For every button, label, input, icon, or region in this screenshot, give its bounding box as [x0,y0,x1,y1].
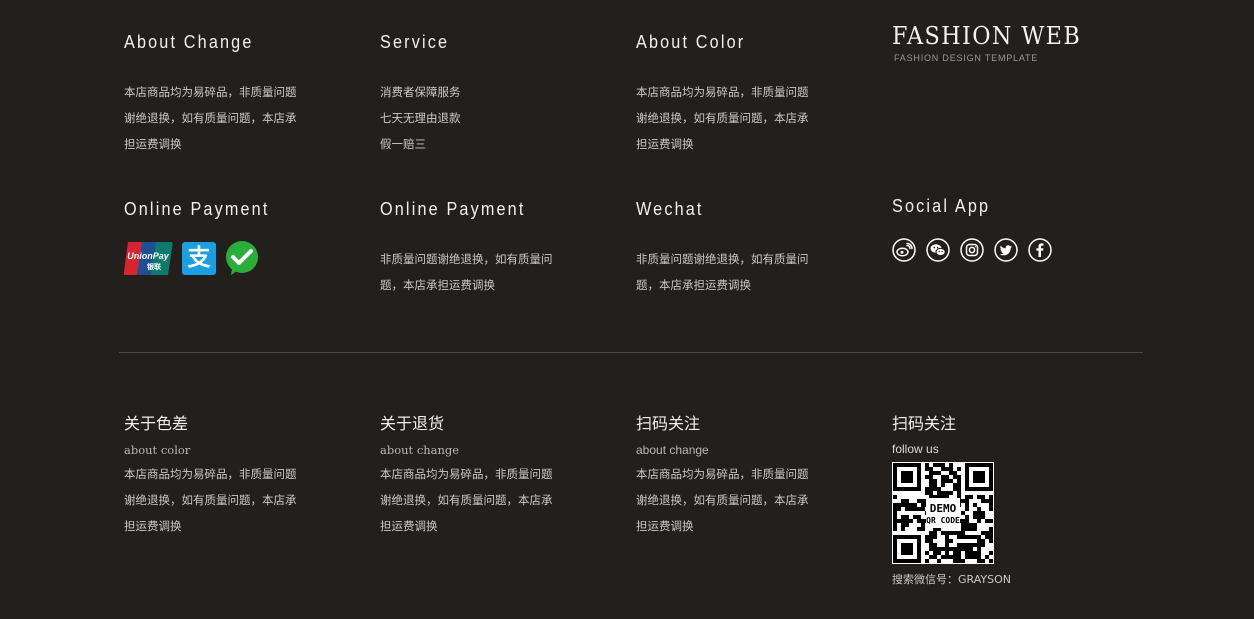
twitter-icon[interactable] [994,238,1018,262]
text-line: 题，本店承担运费调换 [636,278,751,292]
social-app-heading: Social App [892,196,991,216]
about-color-section: About Color 本店商品均为易碎品，非质量问题 谢绝退换，如有质量问题，… [636,33,846,157]
qr-follow-heading: 扫码关注 [892,414,957,433]
about-color-cn-section: 关于色差 about color 本店商品均为易碎品，非质量问题 谢绝退换，如有… [124,416,334,539]
text-line: 担运费调换 [380,519,438,533]
about-return-text: 本店商品均为易碎品，非质量问题 谢绝退换，如有质量问题，本店承 担运费调换 [380,461,590,539]
facebook-icon[interactable] [1028,238,1052,262]
wechat-heading: Wechat [636,199,704,219]
qr-demo-label: DEMO [930,502,957,515]
brand-subtitle: FASHION DESIGN TEMPLATE [894,53,1039,63]
follow-us-label: follow us [892,442,939,456]
about-return-heading: 关于退货 [380,414,445,433]
text-line: 本店商品均为易碎品，非质量问题 [636,467,809,481]
brand-logo[interactable]: FASHION WEB FASHION DESIGN TEMPLATE [892,24,1095,63]
brand-title: FASHION WEB [892,22,1082,50]
online-payment-heading: Online Payment [124,199,270,219]
online-payment-info-heading: Online Payment [380,199,526,219]
payment-icons: UnionPay 银联 支 [123,240,260,276]
unionpay-icon[interactable]: UnionPay 银联 [123,241,173,275]
wechat-section: Wechat 非质量问题谢绝退换，如有质量问 题，本店承担运费调换 [636,200,846,298]
text-line: 谢绝退换，如有质量问题，本店承 [380,493,553,507]
text-line: 题，本店承担运费调换 [380,278,495,292]
alipay-icon[interactable]: 支 [182,241,216,275]
online-payment-info-section: Online Payment 非质量问题谢绝退换，如有质量问 题，本店承担运费调… [380,200,590,298]
about-color-cn-heading: 关于色差 [124,414,189,433]
section-divider [119,352,1143,353]
text-line: 担运费调换 [636,519,694,533]
about-change-section: About Change 本店商品均为易碎品，非质量问题 谢绝退换，如有质量问题… [124,33,334,157]
qr-code-label: QR CODE [926,516,960,525]
about-color-cn-text: 本店商品均为易碎品，非质量问题 谢绝退换，如有质量问题，本店承 担运费调换 [124,461,334,539]
text-line: 担运费调换 [124,519,182,533]
about-color-heading: About Color [636,32,746,52]
instagram-icon[interactable] [960,238,984,262]
wechat-id-caption: 搜索微信号：GRAYSON [892,573,1011,586]
about-color-cn-subheading: about color [124,443,191,457]
text-line: 非质量问题谢绝退换，如有质量问 [636,252,809,266]
service-section: Service 消费者保障服务 七天无理由退款 假一赔三 [380,33,590,157]
text-line: 本店商品均为易碎品，非质量问题 [380,467,553,481]
social-icons [892,238,1062,262]
text-line: 担运费调换 [636,137,694,151]
text-line: 谢绝退换，如有质量问题，本店承 [124,111,297,125]
svg-text:银联: 银联 [147,262,162,271]
service-link-refund[interactable]: 七天无理由退款 [380,105,590,131]
about-color-text: 本店商品均为易碎品，非质量问题 谢绝退换，如有质量问题，本店承 担运费调换 [636,79,846,157]
text-line: 谢绝退换，如有质量问题，本店承 [636,493,809,507]
social-app-section: Social App [892,197,1102,215]
wechat-text: 非质量问题谢绝退换，如有质量问 题，本店承担运费调换 [636,246,846,298]
text-line: 本店商品均为易碎品，非质量问题 [124,467,297,481]
wechat-pay-icon[interactable] [224,240,260,276]
about-change-heading: About Change [124,32,254,52]
text-line: 本店商品均为易碎品，非质量问题 [124,85,297,99]
scan-follow-heading: 扫码关注 [636,414,701,433]
wechat-icon[interactable] [926,238,950,262]
qr-follow-section: 扫码关注 follow us [892,414,1102,457]
online-payment-section: Online Payment [124,200,334,218]
service-link-guarantee[interactable]: 消费者保障服务 [380,79,590,105]
online-payment-text: 非质量问题谢绝退换，如有质量问 题，本店承担运费调换 [380,246,590,298]
scan-follow-section: 扫码关注 about change 本店商品均为易碎品，非质量问题 谢绝退换，如… [636,416,846,539]
service-link-compensation[interactable]: 假一赔三 [380,131,590,157]
alipay-glyph: 支 [187,244,211,271]
text-line: 担运费调换 [124,137,182,151]
qr-code-image: DEMO QR CODE [892,462,994,564]
scan-follow-text: 本店商品均为易碎品，非质量问题 谢绝退换，如有质量问题，本店承 担运费调换 [636,461,846,539]
about-change-text: 本店商品均为易碎品，非质量问题 谢绝退换，如有质量问题，本店承 担运费调换 [124,79,334,157]
weibo-icon[interactable] [892,238,916,262]
service-heading: Service [380,32,450,52]
text-line: 谢绝退换，如有质量问题，本店承 [124,493,297,507]
text-line: 本店商品均为易碎品，非质量问题 [636,85,809,99]
scan-follow-subheading: about change [636,443,709,457]
about-return-section: 关于退货 about change 本店商品均为易碎品，非质量问题 谢绝退换，如… [380,416,590,539]
text-line: 非质量问题谢绝退换，如有质量问 [380,252,553,266]
text-line: 谢绝退换，如有质量问题，本店承 [636,111,809,125]
svg-text:UnionPay: UnionPay [127,251,170,261]
about-return-subheading: about change [380,443,460,457]
service-links: 消费者保障服务 七天无理由退款 假一赔三 [380,79,590,157]
